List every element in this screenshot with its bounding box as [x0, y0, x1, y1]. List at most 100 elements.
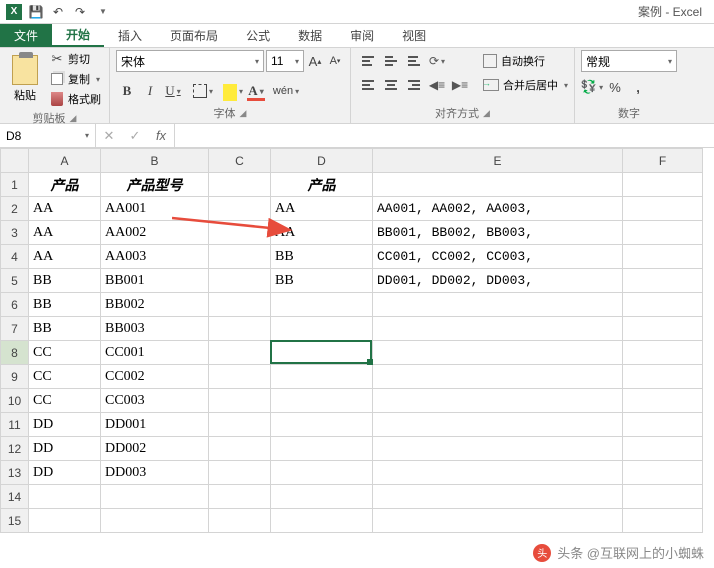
cell-B7[interactable]: BB003: [101, 317, 209, 341]
cell-C2[interactable]: [209, 197, 271, 221]
clipboard-launcher-icon[interactable]: ◢: [70, 113, 77, 124]
cell-A13[interactable]: DD: [29, 461, 101, 485]
cell-E8[interactable]: [373, 341, 623, 365]
cell-D11[interactable]: [271, 413, 373, 437]
cell-A6[interactable]: BB: [29, 293, 101, 317]
cell-D7[interactable]: [271, 317, 373, 341]
decrease-indent-button[interactable]: ◀≡: [426, 74, 448, 96]
cell-E3[interactable]: BB001, BB002, BB003,: [373, 221, 623, 245]
row-header-14[interactable]: 14: [1, 485, 29, 509]
cell-D10[interactable]: [271, 389, 373, 413]
cell-B11[interactable]: DD001: [101, 413, 209, 437]
redo-icon[interactable]: ↷: [70, 3, 90, 21]
col-header-B[interactable]: B: [101, 149, 209, 173]
col-header-D[interactable]: D: [271, 149, 373, 173]
cell-E9[interactable]: [373, 365, 623, 389]
decrease-font-icon[interactable]: A▾: [326, 50, 344, 72]
cell-F13[interactable]: [623, 461, 703, 485]
cut-button[interactable]: ✂剪切: [48, 50, 103, 68]
cell-E12[interactable]: [373, 437, 623, 461]
font-color-button[interactable]: A▾: [245, 80, 267, 102]
cell-B12[interactable]: DD002: [101, 437, 209, 461]
align-left-button[interactable]: [357, 74, 379, 96]
cell-E11[interactable]: [373, 413, 623, 437]
cell-A1[interactable]: 产品: [29, 173, 101, 197]
row-header-1[interactable]: 1: [1, 173, 29, 197]
cell-E2[interactable]: AA001, AA002, AA003,: [373, 197, 623, 221]
cell-C13[interactable]: [209, 461, 271, 485]
tab-home[interactable]: 开始: [52, 24, 104, 47]
cell-E5[interactable]: DD001, DD002, DD003,: [373, 269, 623, 293]
row-header-3[interactable]: 3: [1, 221, 29, 245]
cell-E15[interactable]: [373, 509, 623, 533]
cell-B5[interactable]: BB001: [101, 269, 209, 293]
row-header-2[interactable]: 2: [1, 197, 29, 221]
cell-A5[interactable]: BB: [29, 269, 101, 293]
cell-B2[interactable]: AA001: [101, 197, 209, 221]
cell-C6[interactable]: [209, 293, 271, 317]
fx-icon[interactable]: fx: [148, 128, 174, 143]
cell-A9[interactable]: CC: [29, 365, 101, 389]
cell-F14[interactable]: [623, 485, 703, 509]
row-header-6[interactable]: 6: [1, 293, 29, 317]
cell-C15[interactable]: [209, 509, 271, 533]
format-painter-button[interactable]: 格式刷: [48, 90, 103, 108]
tab-review[interactable]: 审阅: [336, 24, 388, 47]
row-header-15[interactable]: 15: [1, 509, 29, 533]
cell-C3[interactable]: [209, 221, 271, 245]
cell-F4[interactable]: [623, 245, 703, 269]
cell-A12[interactable]: DD: [29, 437, 101, 461]
row-header-7[interactable]: 7: [1, 317, 29, 341]
cell-F8[interactable]: [623, 341, 703, 365]
cell-F2[interactable]: [623, 197, 703, 221]
cell-D5[interactable]: BB: [271, 269, 373, 293]
cell-B13[interactable]: DD003: [101, 461, 209, 485]
phonetic-button[interactable]: wén▾: [275, 80, 297, 102]
col-header-A[interactable]: A: [29, 149, 101, 173]
border-button[interactable]: ▾: [192, 80, 214, 102]
cell-C10[interactable]: [209, 389, 271, 413]
row-header-5[interactable]: 5: [1, 269, 29, 293]
row-header-8[interactable]: 8: [1, 341, 29, 365]
select-all-corner[interactable]: [1, 149, 29, 173]
italic-button[interactable]: I: [139, 80, 161, 102]
font-size-selector[interactable]: 11▾: [266, 50, 304, 72]
percent-format-button[interactable]: %: [604, 76, 626, 98]
tab-data[interactable]: 数据: [284, 24, 336, 47]
cell-F1[interactable]: [623, 173, 703, 197]
undo-icon[interactable]: ↶: [48, 3, 68, 21]
cell-E14[interactable]: [373, 485, 623, 509]
cell-F15[interactable]: [623, 509, 703, 533]
cell-A4[interactable]: AA: [29, 245, 101, 269]
excel-icon[interactable]: X: [4, 3, 24, 21]
cell-A3[interactable]: AA: [29, 221, 101, 245]
cell-F5[interactable]: [623, 269, 703, 293]
cell-A11[interactable]: DD: [29, 413, 101, 437]
alignment-launcher-icon[interactable]: ◢: [483, 108, 490, 119]
accounting-format-button[interactable]: 💱▾: [581, 76, 603, 98]
paste-button[interactable]: 粘贴: [6, 50, 44, 108]
cell-E10[interactable]: [373, 389, 623, 413]
cell-C9[interactable]: [209, 365, 271, 389]
tab-page-layout[interactable]: 页面布局: [156, 24, 232, 47]
tab-formulas[interactable]: 公式: [232, 24, 284, 47]
cell-D9[interactable]: [271, 365, 373, 389]
cell-D6[interactable]: [271, 293, 373, 317]
cell-C12[interactable]: [209, 437, 271, 461]
cell-A15[interactable]: [29, 509, 101, 533]
cell-D8[interactable]: [271, 341, 373, 365]
number-format-selector[interactable]: 常规▾: [581, 50, 677, 72]
align-middle-button[interactable]: [380, 50, 402, 72]
cell-B6[interactable]: BB002: [101, 293, 209, 317]
cell-A10[interactable]: CC: [29, 389, 101, 413]
orientation-button[interactable]: ⟳▾: [426, 50, 448, 72]
cell-E1[interactable]: [373, 173, 623, 197]
row-header-13[interactable]: 13: [1, 461, 29, 485]
underline-button[interactable]: U▾: [162, 80, 184, 102]
cell-C1[interactable]: [209, 173, 271, 197]
row-header-9[interactable]: 9: [1, 365, 29, 389]
cell-E13[interactable]: [373, 461, 623, 485]
cell-D1[interactable]: 产品: [271, 173, 373, 197]
row-header-4[interactable]: 4: [1, 245, 29, 269]
align-top-button[interactable]: [357, 50, 379, 72]
